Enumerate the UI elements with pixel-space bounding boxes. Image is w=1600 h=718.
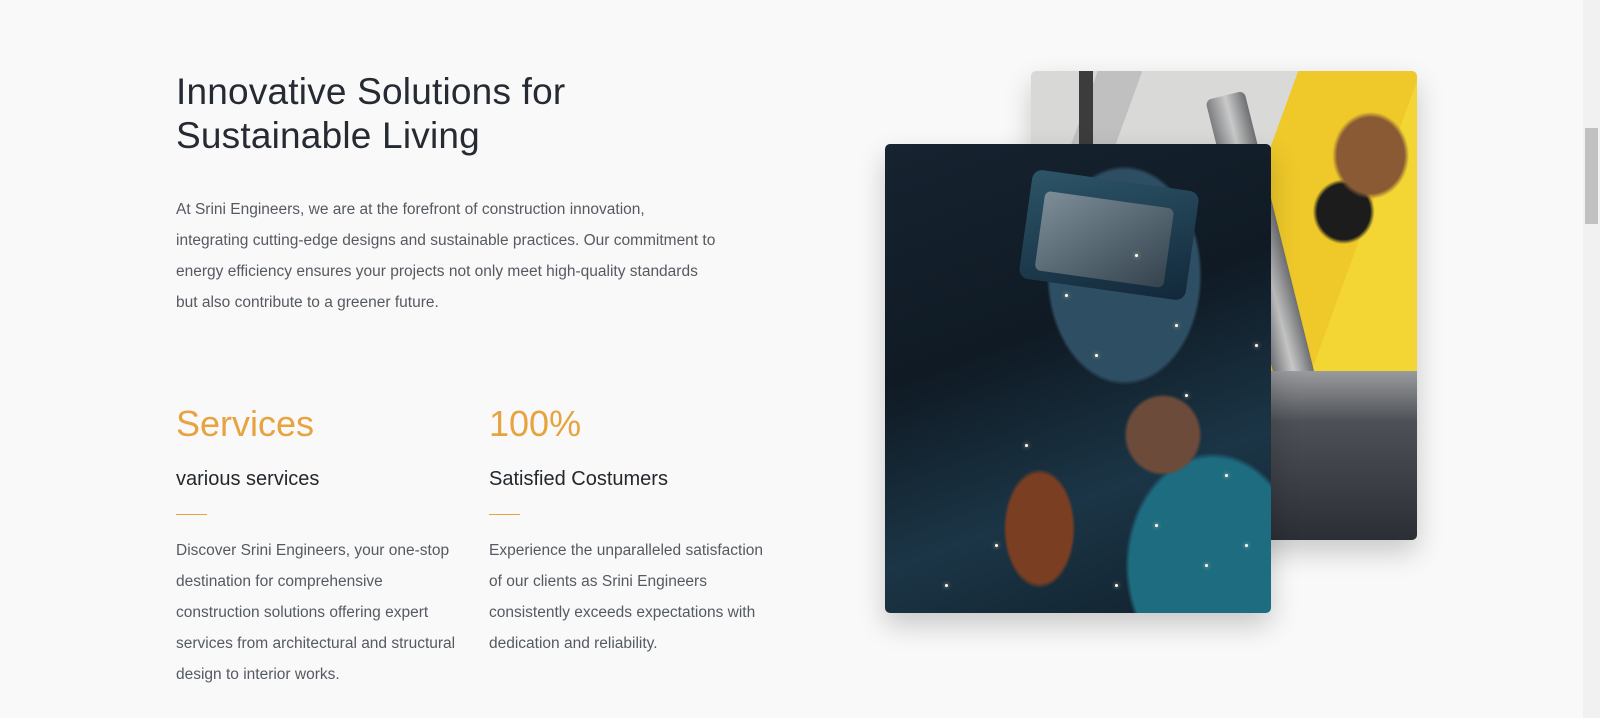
accent-divider [489, 514, 520, 515]
stat-title: Satisfied Costumers [489, 468, 668, 490]
page-scrollbar[interactable] [1583, 0, 1600, 718]
section-heading: Innovative Solutions for Sustainable Liv… [176, 70, 565, 158]
spark [1185, 394, 1188, 397]
stat-block-customers: 100% Satisfied Costumers Experience the … [489, 402, 779, 659]
stat-block-services: Services various services Discover Srini… [176, 402, 466, 690]
accent-divider [176, 514, 207, 515]
spark [995, 544, 998, 547]
stat-description: Experience the unparalleled satisfaction… [489, 542, 764, 652]
stat-value: 100% [489, 403, 582, 444]
stat-value: Services [176, 403, 315, 444]
about-section: Innovative Solutions for Sustainable Liv… [0, 0, 1600, 718]
spark [1115, 584, 1118, 587]
spark [1095, 354, 1098, 357]
spark [1255, 344, 1258, 347]
scrollbar-thumb[interactable] [1585, 128, 1598, 224]
spark [1175, 324, 1178, 327]
section-heading-line-2: Sustainable Living [176, 115, 480, 156]
spark [1245, 544, 1248, 547]
spark [945, 584, 948, 587]
stat-description: Discover Srini Engineers, your one-stop … [176, 542, 456, 683]
spark [1155, 524, 1158, 527]
welder-photo [885, 144, 1271, 613]
spark [1065, 294, 1068, 297]
stat-title: various services [176, 468, 320, 490]
section-heading-line-1: Innovative Solutions for [176, 71, 566, 112]
welding-helmet [1018, 168, 1200, 302]
intro-paragraph: At Srini Engineers, we are at the forefr… [176, 201, 716, 311]
spark [1025, 444, 1028, 447]
helmet-visor [1034, 190, 1175, 289]
spark [1225, 474, 1228, 477]
spark [1135, 254, 1138, 257]
spark [1205, 564, 1208, 567]
